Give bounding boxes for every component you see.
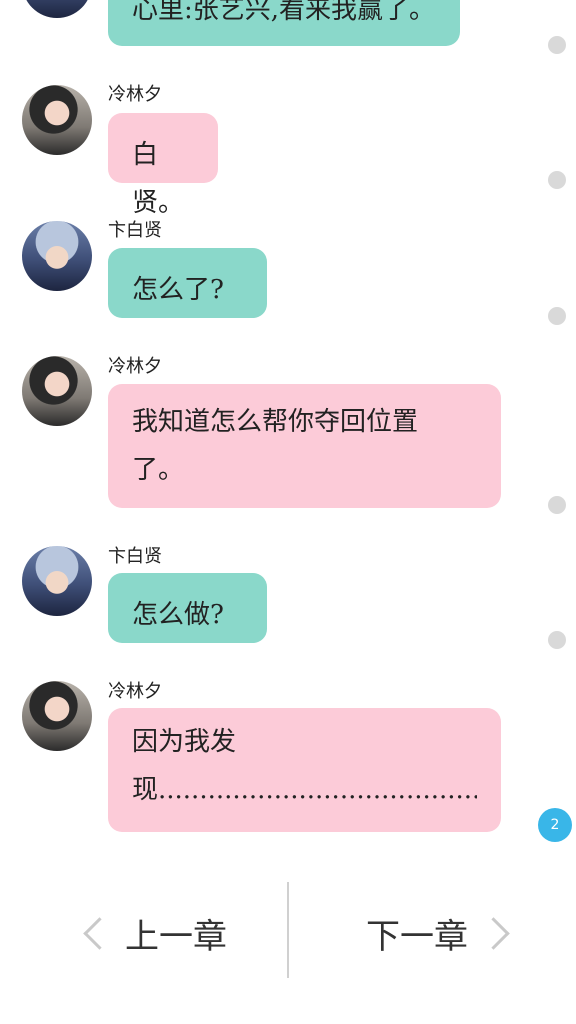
avatar-bian-baixian[interactable] bbox=[22, 221, 92, 291]
comment-dot[interactable] bbox=[548, 36, 566, 54]
avatar-leng-linxi[interactable] bbox=[22, 85, 92, 155]
speaker-name: 卞白贤 bbox=[108, 220, 162, 241]
next-chapter-label: 下一章 bbox=[366, 916, 468, 957]
avatar-leng-linxi[interactable] bbox=[22, 356, 92, 426]
speaker-name: 卞白贤 bbox=[108, 546, 162, 567]
comment-dot[interactable] bbox=[548, 307, 566, 325]
avatar-leng-linxi[interactable] bbox=[22, 681, 92, 751]
message-text: 心里:张艺兴,看来我赢了。 bbox=[132, 0, 436, 25]
next-chapter-button[interactable]: 下一章 bbox=[366, 906, 510, 960]
message-bubble: 我知道怎么帮你夺回位置 了。 bbox=[108, 384, 501, 508]
comment-dot[interactable] bbox=[548, 171, 566, 189]
message-text-line: 现.......................................… bbox=[132, 775, 477, 805]
prev-chapter-button[interactable]: 上一章 bbox=[80, 906, 227, 960]
message-text: 白贤。 bbox=[132, 140, 185, 218]
comment-dot[interactable] bbox=[548, 631, 566, 649]
speaker-name: 冷林夕 bbox=[108, 681, 162, 702]
speaker-name: 冷林夕 bbox=[108, 356, 162, 377]
message-text: 怎么了? bbox=[132, 275, 224, 305]
comment-dot[interactable] bbox=[548, 496, 566, 514]
message-bubble: 心里:张艺兴,看来我赢了。 bbox=[108, 0, 460, 46]
speaker-name: 冷林夕 bbox=[108, 84, 162, 105]
divider bbox=[287, 882, 289, 978]
avatar-bian-baixian[interactable] bbox=[22, 0, 92, 18]
message-bubble: 怎么了? bbox=[108, 248, 267, 318]
message-text-line: 我知道怎么帮你夺回位置 bbox=[132, 407, 419, 437]
message-text-line: 了。 bbox=[132, 455, 185, 485]
comment-count-badge[interactable]: 2 bbox=[538, 808, 572, 842]
message-bubble: 白贤。 bbox=[108, 113, 218, 218]
prev-chapter-label: 上一章 bbox=[125, 916, 227, 957]
chat-feed: 心里:张艺兴,看来我赢了。 冷林夕 白贤。 卞白贤 怎么了? 冷林夕 我知道怎么… bbox=[0, 0, 576, 870]
message-text-line: 因为我发 bbox=[132, 727, 237, 757]
chevron-right-icon bbox=[477, 916, 510, 950]
chapter-nav: 上一章 下一章 bbox=[0, 870, 576, 1024]
message-bubble: 怎么做? bbox=[108, 573, 267, 643]
chevron-left-icon bbox=[83, 916, 116, 950]
message-bubble: 因为我发 现..................................… bbox=[108, 708, 501, 832]
avatar-bian-baixian[interactable] bbox=[22, 546, 92, 616]
message-text: 怎么做? bbox=[132, 600, 224, 630]
